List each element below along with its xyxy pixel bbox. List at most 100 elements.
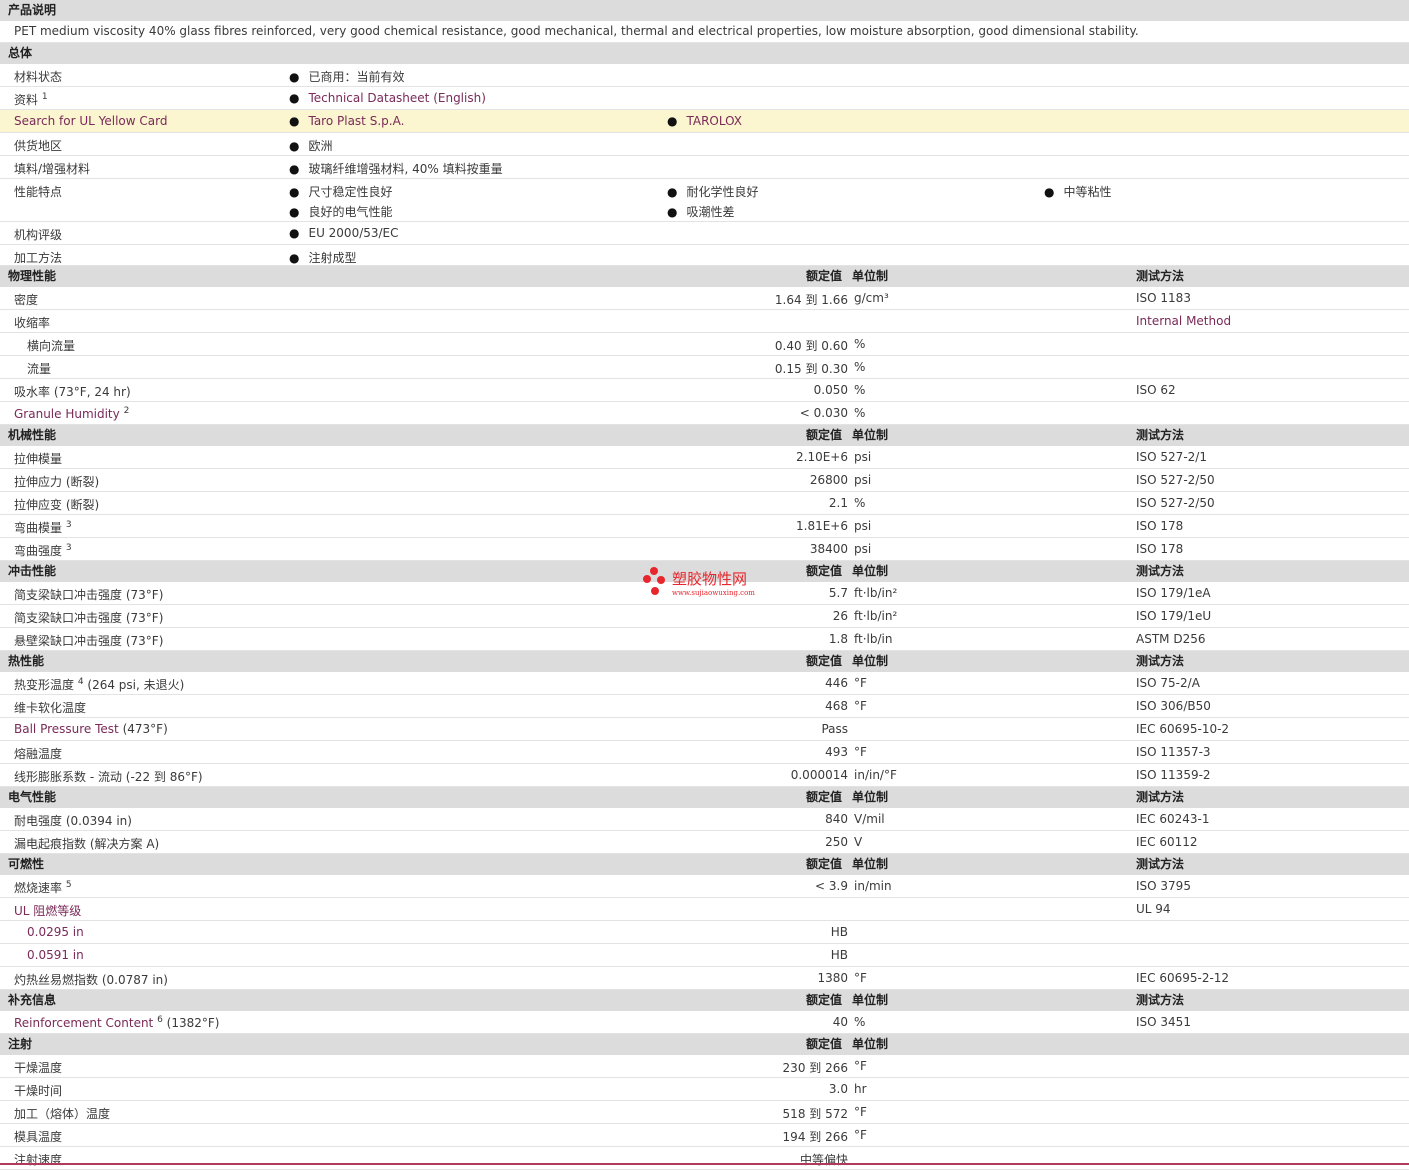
general-row-rating: 机构评级 ● EU 2000/53/EC <box>0 222 1409 245</box>
unit-value: % <box>854 337 866 351</box>
description-text: PET medium viscosity 40% glass fibres re… <box>14 24 1139 38</box>
bullet-text: 玻璃纤维增强材料, 40% 填料按重量 <box>308 162 503 176</box>
general-row-status: 材料状态 ● 已商用：当前有效 <box>0 64 1409 87</box>
general-label: 供货地区 <box>14 139 63 153</box>
nominal-value: 26800 <box>809 473 848 487</box>
column-header-nominal: 额定值 <box>806 790 843 804</box>
property-label-text: 模具温度 <box>14 1130 63 1144</box>
test-method: Internal Method <box>1136 314 1232 328</box>
footnote-ref: 6 <box>157 1015 163 1025</box>
bullet-text: 尺寸稳定性良好 <box>308 185 393 199</box>
bullet-icon: ● <box>289 114 300 128</box>
test-method: ISO 527-2/50 <box>1136 473 1215 487</box>
column-header-nominal: 额定值 <box>806 993 843 1007</box>
property-label-text: 流量 <box>27 362 52 376</box>
section-title: 注射 <box>8 1037 33 1051</box>
section-header: 注射 额定值 单位制 <box>0 1034 1409 1055</box>
property-label-text: 0.0295 in <box>27 925 84 939</box>
property-label: 干燥时间 <box>14 1082 62 1099</box>
bullet-icon: ● <box>289 70 300 84</box>
section-title: 可燃性 <box>8 857 45 871</box>
footnote-ref: 1 <box>41 92 48 102</box>
property-row: 横向流量 0.40 到 0.60% <box>0 333 1409 356</box>
bullet-item: ● 欧洲 <box>289 137 333 154</box>
nominal-value: 0.050 <box>813 383 848 397</box>
nominal-value: 2.1 <box>828 496 848 510</box>
nominal-value: 518 到 572 <box>782 1107 848 1121</box>
property-label: 灼热丝易燃指数 (0.0787 in) <box>14 971 168 988</box>
unit-value: °F <box>854 676 867 690</box>
property-condition: (73°F) <box>125 611 164 625</box>
property-label-text[interactable]: Ball Pressure Test <box>14 722 119 736</box>
section-header: 可燃性 额定值 单位制 测试方法 <box>0 854 1409 875</box>
unit-value: psi <box>854 473 872 487</box>
property-label-text: 漏电起痕指数 <box>14 837 87 851</box>
footnote-ref: 5 <box>65 880 72 890</box>
supplier-link[interactable]: Taro Plast S.p.A. <box>308 114 404 128</box>
general-label: 填料/增强材料 <box>14 162 91 176</box>
unit-value: % <box>854 1015 866 1029</box>
test-method: ISO 178 <box>1136 519 1184 533</box>
property-label: 漏电起痕指数 (解决方案 A) <box>14 835 159 852</box>
nominal-value: 38400 <box>809 542 848 556</box>
nominal-value: 1.8 <box>828 632 848 646</box>
property-row: 流量 0.15 到 0.30% <box>0 356 1409 379</box>
section-header: 电气性能 额定值 单位制 测试方法 <box>0 787 1409 808</box>
property-row: 线形膨胀系数 - 流动 (-22 到 86°F) 0.000014 in/in/°F… <box>0 764 1409 787</box>
bullet-icon: ● <box>289 185 300 199</box>
property-label: 密度 <box>14 291 38 308</box>
bullet-item: ● 吸潮性差 <box>667 203 735 220</box>
property-row: 密度 1.64 到 1.66 g/cm³ ISO 1183 <box>0 287 1409 310</box>
property-label: 流量 <box>27 360 51 377</box>
property-label: 0.0295 in <box>27 925 84 939</box>
bullet-text: 良好的电气性能 <box>308 205 393 219</box>
property-label-text[interactable]: Granule Humidity <box>14 407 120 421</box>
nominal-value: HB <box>830 925 848 939</box>
general-label-text: 资料 <box>14 93 39 107</box>
test-method: ISO 179/1eA <box>1136 586 1211 600</box>
brand-link[interactable]: TAROLOX <box>686 114 742 128</box>
nominal-value: 468 <box>825 699 848 713</box>
property-label-text: 线形膨胀系数 - 流动 <box>14 770 122 784</box>
bullet-item: ● 尺寸稳定性良好 <box>289 183 393 200</box>
column-header-unit: 单位制 <box>852 654 889 668</box>
property-row: 拉伸模量 2.10E+6 psi ISO 527-2/1 <box>0 446 1409 469</box>
column-header-unit: 单位制 <box>852 857 889 871</box>
logo-dot <box>643 575 651 583</box>
test-method: ISO 1183 <box>1136 291 1191 305</box>
property-condition: (73°F, 24 hr) <box>53 385 131 399</box>
property-row: 0.0295 in HB <box>0 921 1409 944</box>
column-header-method: 测试方法 <box>1136 654 1185 668</box>
general-row-filler: 填料/增强材料 ● 玻璃纤维增强材料, 40% 填料按重量 <box>0 156 1409 179</box>
property-label-text: 密度 <box>14 293 39 307</box>
property-label-text: 弯曲强度 <box>14 544 63 558</box>
column-header-nominal: 额定值 <box>806 269 843 283</box>
unit-value: in/in/°F <box>854 768 897 782</box>
property-label: 维卡软化温度 <box>14 699 86 716</box>
property-row: 收缩率 Internal Method <box>0 310 1409 333</box>
property-row: 0.0591 in HB <box>0 944 1409 967</box>
property-row: 弯曲模量 3 1.81E+6 psi ISO 178 <box>0 515 1409 538</box>
nominal-value: HB <box>830 948 848 962</box>
bullet-text: 耐化学性良好 <box>686 185 759 199</box>
property-row: 熔融温度 493 °F ISO 11357-3 <box>0 741 1409 764</box>
property-label-text: 热变形温度 <box>14 678 75 692</box>
section-header: 机械性能 额定值 单位制 测试方法 <box>0 425 1409 446</box>
bullet-icon: ● <box>289 91 300 105</box>
column-header-method: 测试方法 <box>1136 857 1185 871</box>
column-header-unit: 单位制 <box>852 428 889 442</box>
bullet-text: 吸潮性差 <box>686 205 735 219</box>
property-label-text[interactable]: Reinforcement Content <box>14 1016 153 1030</box>
property-label: 弯曲模量 3 <box>14 519 72 536</box>
test-method: ISO 3451 <box>1136 1015 1191 1029</box>
property-label: 熔融温度 <box>14 745 62 762</box>
test-method: UL 94 <box>1136 902 1171 916</box>
property-label: 模具温度 <box>14 1128 62 1145</box>
section-header-general: 总体 <box>0 43 1409 64</box>
general-label: 材料状态 <box>14 70 63 84</box>
property-row: 热变形温度 4 (264 psi, 未退火) 446 °F ISO 75-2/A <box>0 672 1409 695</box>
ul-yellow-card-link[interactable]: Search for UL Yellow Card <box>14 114 167 128</box>
bullet-icon: ● <box>667 205 678 219</box>
datasheet-link[interactable]: Technical Datasheet (English) <box>308 91 485 105</box>
property-condition: (264 psi, 未退火) <box>87 678 185 692</box>
